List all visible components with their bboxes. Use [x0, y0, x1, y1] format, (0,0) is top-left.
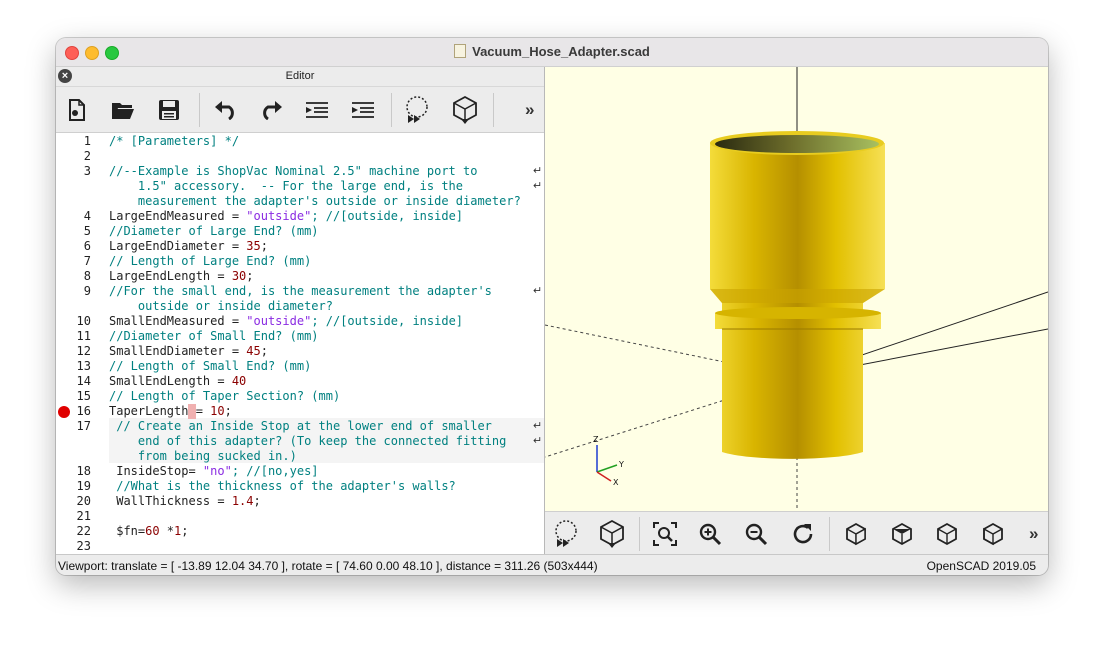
render-icon[interactable]: [597, 519, 627, 548]
code-line: 23: [76, 539, 91, 553]
code-line: 21: [76, 509, 91, 523]
code-line: 14 SmallEndLength = 40: [76, 374, 247, 388]
code-line: 13// Length of Small End? (mm): [76, 359, 312, 373]
code-line: outside or inside diameter?: [109, 299, 333, 313]
code-line: 6 LargeEndDiameter = 35;: [83, 239, 268, 253]
wrap-icon: ↵: [533, 420, 543, 432]
code-line: 10 SmallEndMeasured = "outside"; //[outsi…: [76, 314, 464, 328]
code-line: end of this adapter? (To keep the connec…: [109, 434, 543, 448]
window-title: Vacuum_Hose_Adapter.scad: [56, 44, 1048, 59]
code-line: 8 LargeEndLength = 30;: [83, 269, 254, 283]
code-line: from being sucked in.): [109, 449, 297, 463]
window-title-text: Vacuum_Hose_Adapter.scad: [472, 44, 650, 59]
code-line: 19 //What is the thickness of the adapte…: [76, 479, 456, 493]
3d-viewport[interactable]: Z Y X: [545, 67, 1048, 511]
preview-icon[interactable]: [402, 96, 432, 124]
redo-icon[interactable]: [256, 96, 286, 124]
code-line: 4 LargeEndMeasured = "outside"; //[outsid…: [83, 209, 464, 223]
code-line: 7// Length of Large End? (mm): [83, 254, 312, 268]
version-label: OpenSCAD 2019.05: [926, 559, 1036, 573]
code-line: 2: [83, 149, 91, 163]
more-icon[interactable]: »: [525, 100, 534, 120]
view-all-icon[interactable]: [650, 520, 680, 548]
code-line: 1/* [Parameters] */: [83, 134, 240, 148]
document-icon: [454, 44, 467, 58]
editor-header: × Editor: [56, 67, 544, 87]
code-line: 16 TaperLength = 10;: [56, 404, 544, 419]
reset-view-icon[interactable]: [788, 520, 818, 548]
view-right-icon[interactable]: [841, 520, 871, 548]
code-line: 1.5" accessory. -- For the large end, is…: [109, 179, 543, 193]
code-line: 11//Diameter of Small End? (mm): [76, 329, 319, 343]
open-folder-icon[interactable]: [108, 96, 138, 124]
wrap-icon: ↵: [533, 180, 543, 192]
viewport-status: Viewport: translate = [ -13.89 12.04 34.…: [58, 559, 598, 573]
unindent-icon[interactable]: [302, 96, 332, 124]
code-line: 17 // Create an Inside Stop at the lower…: [76, 419, 543, 433]
editor-panel: × Editor » 1 /* [Parameters] */ 2 3 //--…: [56, 67, 545, 554]
code-line: 3//--Example is ShopVac Nominal 2.5" mac…: [83, 164, 543, 178]
code-line: 22 $fn=60 *1;: [76, 524, 189, 538]
code-line: measurement the adapter's outside or ins…: [109, 194, 521, 208]
selection-marker: [188, 404, 196, 419]
editor-title: Editor: [285, 70, 315, 82]
zoom-in-icon[interactable]: [695, 520, 725, 548]
undo-icon[interactable]: [211, 96, 241, 124]
axis-x-label: X: [613, 478, 619, 487]
render-icon[interactable]: [450, 95, 480, 124]
app-window: Vacuum_Hose_Adapter.scad × Editor » 1 /*…: [56, 38, 1048, 575]
code-editor[interactable]: 1/* [Parameters] */ 2 3//--Example is Sh…: [56, 133, 544, 554]
wrap-icon: ↵: [533, 435, 543, 447]
view-top-icon[interactable]: [887, 520, 917, 548]
code-line: 9//For the small end, is the measurement…: [83, 284, 543, 298]
wrap-icon: ↵: [533, 285, 543, 297]
save-icon[interactable]: [154, 96, 184, 124]
new-file-icon[interactable]: [62, 96, 92, 124]
indent-icon[interactable]: [348, 96, 378, 124]
more-icon[interactable]: »: [1029, 524, 1038, 544]
code-line: 5//Diameter of Large End? (mm): [83, 224, 319, 238]
axis-z-label: Z: [593, 435, 599, 444]
code-line: 12 SmallEndDiameter = 45;: [76, 344, 268, 358]
editor-toolbar: »: [56, 87, 544, 133]
preview-icon[interactable]: [551, 520, 581, 548]
code-line: 18 InsideStop= "no"; //[no,yes]: [76, 464, 319, 478]
zoom-out-icon[interactable]: [741, 520, 771, 548]
view-left-icon[interactable]: [978, 520, 1008, 548]
code-line: 20 WallThickness = 1.4;: [76, 494, 261, 508]
axis-y-label: Y: [618, 460, 624, 469]
view-bottom-icon[interactable]: [932, 520, 962, 548]
code-line: 15// Length of Taper Section? (mm): [76, 389, 341, 403]
wrap-icon: ↵: [533, 165, 543, 177]
model-render: Z Y X: [545, 67, 1048, 511]
status-bar: Viewport: translate = [ -13.89 12.04 34.…: [56, 554, 1048, 575]
title-bar: Vacuum_Hose_Adapter.scad: [56, 38, 1048, 67]
viewport-toolbar: »: [545, 511, 1048, 555]
